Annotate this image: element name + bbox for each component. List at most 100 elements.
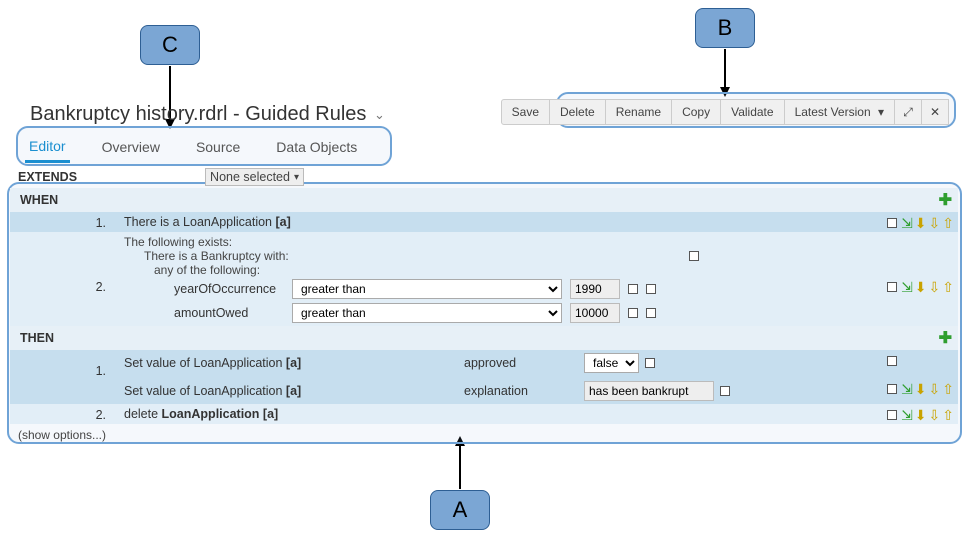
version-label: Latest Version [795,105,871,119]
move-down2-icon[interactable]: ⇩ [929,382,941,396]
add-then-icon[interactable]: ✚ [939,328,952,348]
row-number: 1. [10,350,120,378]
extends-select[interactable]: None selected ▾ [205,168,304,186]
move-down-icon[interactable]: ⬇ [915,216,927,230]
move-up-icon[interactable]: ⇧ [942,408,954,422]
tab-source[interactable]: Source [192,133,244,161]
show-options-row: (show options...) [10,424,958,442]
callout-a: A [430,490,490,530]
copy-button[interactable]: Copy [671,99,721,125]
connector-icon[interactable] [720,386,730,396]
approved-select[interactable]: false [584,353,639,373]
row-controls: ⇲ ⬇ ⇩ ⇧ [901,280,954,294]
move-down-icon[interactable]: ⬇ [915,408,927,422]
then-1a-bold: [a] [286,356,301,370]
rule-panel: EXTENDS None selected ▾ WHEN ✚ 1. There … [10,168,958,442]
row-controls: ⇲ ⬇ ⇩ ⇧ [901,216,954,230]
connector-icon[interactable] [645,358,655,368]
extends-value: None selected [210,170,290,184]
value-year-input[interactable] [570,279,620,299]
then-2-bold: LoanApplication [a] [162,407,279,421]
row-controls: ⇲ ⬇ ⇩ ⇧ [901,408,954,422]
when-2-body: The following exists: There is a Bankrup… [120,232,878,326]
connector-icon[interactable] [887,218,897,228]
toolbar: Save Delete Rename Copy Validate Latest … [501,99,949,125]
tab-overview[interactable]: Overview [98,133,164,161]
then-2-body[interactable]: delete LoanApplication [a] [120,404,878,424]
then-1b-body[interactable]: Set value of LoanApplication [a] explana… [120,378,878,404]
operator-amount-select[interactable]: greater than [292,303,562,323]
add-icon[interactable]: ⇲ [901,382,913,396]
when-header: WHEN ✚ [10,188,958,212]
callout-b: B [695,8,755,48]
operator-year-select[interactable]: greater than [292,279,562,299]
connector-icon[interactable] [646,308,656,318]
move-down-icon[interactable]: ⬇ [915,382,927,396]
then-1a-field: approved [464,356,584,370]
connector-icon[interactable] [887,282,897,292]
then-row-1a: 1. Set value of LoanApplication [a] appr… [10,350,958,378]
then-1b-bold: [a] [286,384,301,398]
value-amount-input[interactable] [570,303,620,323]
then-row-2: 2. delete LoanApplication [a] ⇲ ⬇ ⇩ ⇧ [10,404,958,424]
add-icon[interactable]: ⇲ [901,280,913,294]
field-amount-label[interactable]: amountOwed [174,306,284,320]
then-2-text: delete [124,407,162,421]
move-up-icon[interactable]: ⇧ [942,280,954,294]
connector-icon[interactable] [689,251,699,261]
connector-icon[interactable] [646,284,656,294]
then-1a-body[interactable]: Set value of LoanApplication [a] approve… [120,350,878,376]
row-controls: ⇲ ⬇ ⇩ ⇧ [901,382,954,396]
explanation-input[interactable] [584,381,714,401]
save-button[interactable]: Save [501,99,550,125]
row-number-empty [10,378,120,382]
then-1b-text: Set value of LoanApplication [124,384,286,398]
expand-icon: ⤢ [903,104,913,120]
arrow-a [459,444,461,489]
show-options-link[interactable]: (show options...) [10,424,120,442]
rename-button[interactable]: Rename [605,99,672,125]
when-1-text: There is a LoanApplication [124,215,275,229]
expand-button[interactable]: ⤢ [894,99,922,125]
move-down2-icon[interactable]: ⇩ [929,408,941,422]
connector-icon[interactable] [628,308,638,318]
move-up-icon[interactable]: ⇧ [942,216,954,230]
close-icon: ✕ [930,104,940,120]
field-year-label[interactable]: yearOfOccurrence [174,282,284,296]
extends-row: EXTENDS None selected ▾ [10,168,958,188]
delete-button[interactable]: Delete [549,99,606,125]
then-header: THEN ✚ [10,326,958,350]
move-down2-icon[interactable]: ⇩ [929,280,941,294]
tabstrip: Editor Overview Source Data Objects [25,131,361,163]
when-2-l2[interactable]: There is a Bankruptcy with: [124,249,289,263]
add-icon[interactable]: ⇲ [901,408,913,422]
chevron-down-icon: ▾ [294,172,299,183]
add-when-icon[interactable]: ✚ [939,190,952,210]
connector-icon[interactable] [887,384,897,394]
move-up-icon[interactable]: ⇧ [942,382,954,396]
validate-button[interactable]: Validate [720,99,784,125]
row-number: 2. [10,404,120,422]
version-dropdown[interactable]: Latest Version ▾ [784,99,895,125]
then-row-1b: Set value of LoanApplication [a] explana… [10,378,958,404]
when-1-body[interactable]: There is a LoanApplication [a] [120,212,878,232]
row-number: 1. [10,212,120,230]
move-down2-icon[interactable]: ⇩ [929,216,941,230]
add-icon[interactable]: ⇲ [901,216,913,230]
then-1a-text: Set value of LoanApplication [124,356,286,370]
chevron-down-icon: ▾ [878,104,884,120]
when-2-l3[interactable]: any of the following: [124,263,874,277]
when-2-l1[interactable]: The following exists: [124,235,874,249]
move-down-icon[interactable]: ⬇ [915,280,927,294]
callout-c: C [140,25,200,65]
tab-data-objects[interactable]: Data Objects [272,133,361,161]
then-1b-field: explanation [464,384,584,398]
connector-icon[interactable] [887,356,897,366]
tab-editor[interactable]: Editor [25,132,70,163]
connector-icon[interactable] [628,284,638,294]
when-row-1: 1. There is a LoanApplication [a] ⇲ ⬇ ⇩ … [10,212,958,232]
connector-icon[interactable] [887,410,897,420]
close-button[interactable]: ✕ [921,99,949,125]
when-row-2: 2. The following exists: There is a Bank… [10,232,958,326]
page-title[interactable]: Bankruptcy history.rdrl - Guided Rules ⌄ [30,103,385,126]
